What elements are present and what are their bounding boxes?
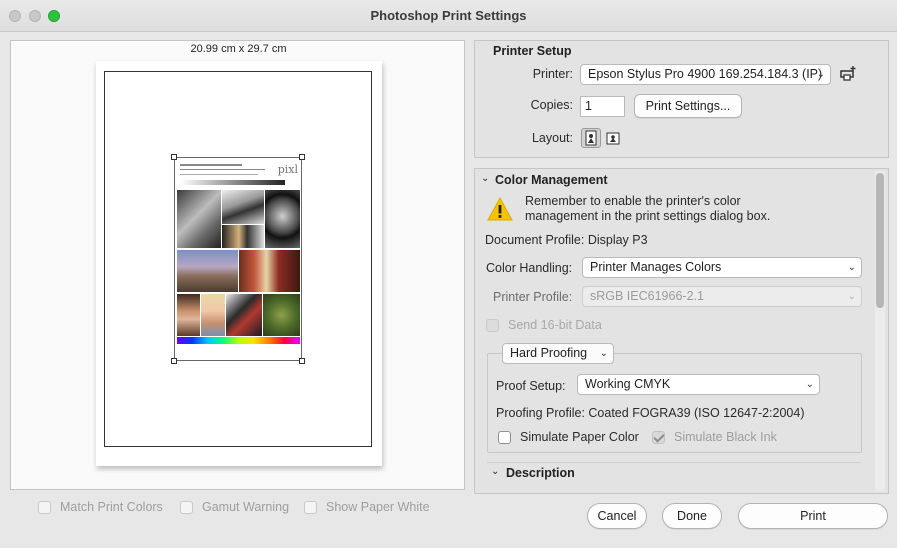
portrait-orientation-icon[interactable] bbox=[581, 128, 601, 148]
printer-select[interactable]: Epson Stylus Pro 4900 169.254.184.3 (IP)… bbox=[580, 64, 831, 85]
photo-tile-watch bbox=[265, 190, 300, 248]
gamut-warning-label: Gamut Warning bbox=[202, 500, 290, 514]
color-handling-label: Color Handling: bbox=[486, 261, 573, 275]
printer-profile-select[interactable]: sRGB IEC61966-2.1 ⌄ bbox=[582, 286, 862, 307]
printer-setup-panel: Printer Setup Printer: Epson Stylus Pro … bbox=[474, 40, 889, 158]
print-button[interactable]: Print bbox=[738, 503, 888, 529]
scrollbar[interactable] bbox=[875, 171, 885, 491]
checkbox-box bbox=[38, 500, 51, 514]
printer-setup-heading: Printer Setup bbox=[493, 44, 572, 58]
show-paper-white-label: Show Paper White bbox=[326, 500, 430, 514]
print-image[interactable]: pixl bbox=[174, 157, 302, 361]
color-handling-value: Printer Manages Colors bbox=[590, 260, 722, 274]
photo-tile-bw-figure bbox=[177, 190, 221, 248]
print-preview-panel: 20.99 cm x 29.7 cm pixl bbox=[10, 40, 465, 490]
header-text-line bbox=[180, 164, 242, 166]
proofing-mode-value: Hard Proofing bbox=[510, 346, 588, 360]
disclosure-chevron-icon[interactable]: ⌄ bbox=[481, 173, 489, 184]
image-logo: pixl bbox=[277, 163, 298, 176]
warning-text-line2: management in the print settings dialog … bbox=[525, 209, 771, 223]
title-bar: Photoshop Print Settings bbox=[0, 0, 897, 32]
image-header: pixl bbox=[177, 160, 300, 188]
scrollbar-thumb[interactable] bbox=[876, 173, 884, 308]
landscape-orientation-icon[interactable] bbox=[603, 128, 623, 148]
header-gradient-bar bbox=[180, 180, 285, 185]
printer-add-icon[interactable] bbox=[837, 63, 857, 83]
checkbox-box bbox=[304, 500, 317, 514]
resize-handle-tl[interactable] bbox=[171, 154, 177, 160]
header-text-line bbox=[180, 169, 265, 170]
section-divider bbox=[487, 462, 862, 463]
description-heading: Description bbox=[506, 466, 575, 480]
copies-input[interactable]: 1 bbox=[580, 96, 625, 117]
photo-tile-car bbox=[222, 225, 264, 248]
warning-text-line1: Remember to enable the printer's color bbox=[525, 194, 741, 208]
resize-handle-bl[interactable] bbox=[171, 358, 177, 364]
color-management-heading: Color Management bbox=[495, 173, 608, 187]
simulate-paper-color-checkbox[interactable]: Simulate Paper Color bbox=[498, 430, 639, 444]
chevron-down-icon: ⌄ bbox=[599, 348, 608, 359]
simulate-black-ink-checkbox[interactable]: Simulate Black Ink bbox=[652, 430, 777, 444]
photo-tile-nature bbox=[263, 294, 300, 336]
checkbox-box bbox=[486, 318, 499, 332]
chevron-down-icon: ⌄ bbox=[816, 69, 825, 80]
chevron-down-icon: ⌄ bbox=[805, 379, 814, 390]
paper-size-label: 20.99 cm x 29.7 cm bbox=[190, 43, 287, 55]
checkbox-box-checked bbox=[652, 430, 665, 444]
photo-tile-still-life bbox=[239, 250, 300, 292]
photo-tile-landscape bbox=[177, 250, 238, 292]
checkbox-box bbox=[498, 430, 511, 444]
proofing-profile: Proofing Profile: Coated FOGRA39 (ISO 12… bbox=[496, 406, 805, 420]
disclosure-chevron-icon[interactable]: ⌄ bbox=[491, 466, 499, 477]
layout-label: Layout: bbox=[531, 131, 573, 145]
printer-label: Printer: bbox=[532, 67, 573, 81]
proof-setup-label: Proof Setup: bbox=[496, 379, 566, 393]
print-settings-button[interactable]: Print Settings... bbox=[634, 94, 742, 118]
window-title: Photoshop Print Settings bbox=[370, 8, 527, 23]
photo-tile-ornament bbox=[226, 294, 262, 336]
match-print-colors-label: Match Print Colors bbox=[60, 500, 163, 514]
photo-tile-portrait-1 bbox=[177, 294, 200, 336]
gamut-warning-checkbox[interactable]: Gamut Warning bbox=[180, 500, 289, 514]
color-management-panel: ⌄ Color Management Remember to enable th… bbox=[474, 168, 889, 494]
printer-profile-label: Printer Profile: bbox=[493, 290, 573, 304]
document-profile: Document Profile: Display P3 bbox=[485, 233, 648, 247]
color-handling-select[interactable]: Printer Manages Colors ⌄ bbox=[582, 257, 862, 278]
show-paper-white-checkbox[interactable]: Show Paper White bbox=[304, 500, 430, 514]
send-16bit-label: Send 16-bit Data bbox=[508, 318, 602, 332]
match-print-colors-checkbox[interactable]: Match Print Colors bbox=[38, 500, 163, 514]
copies-label: Copies: bbox=[530, 98, 573, 112]
proofing-mode-select[interactable]: Hard Proofing ⌄ bbox=[502, 343, 614, 364]
chevron-down-icon: ⌄ bbox=[847, 291, 856, 302]
checkbox-box bbox=[180, 500, 193, 514]
color-bar bbox=[177, 337, 300, 344]
done-button[interactable]: Done bbox=[662, 503, 722, 529]
header-text-line bbox=[180, 174, 258, 175]
simulate-black-ink-label: Simulate Black Ink bbox=[674, 430, 777, 444]
cancel-button[interactable]: Cancel bbox=[587, 503, 647, 529]
send-16bit-checkbox[interactable]: Send 16-bit Data bbox=[486, 318, 602, 332]
resize-handle-br[interactable] bbox=[299, 358, 305, 364]
simulate-paper-color-label: Simulate Paper Color bbox=[520, 430, 639, 444]
photo-tile-bw-objects bbox=[222, 190, 264, 224]
proof-setup-value: Working CMYK bbox=[585, 377, 671, 391]
proofing-group: Proofing Profile: Coated FOGRA39 (ISO 12… bbox=[487, 353, 862, 453]
paper-sheet: pixl bbox=[96, 61, 382, 466]
chevron-down-icon: ⌄ bbox=[847, 262, 856, 273]
resize-handle-tr[interactable] bbox=[299, 154, 305, 160]
proof-setup-select[interactable]: Working CMYK ⌄ bbox=[577, 374, 820, 395]
printer-profile-value: sRGB IEC61966-2.1 bbox=[590, 289, 704, 303]
warning-icon bbox=[487, 196, 513, 224]
photo-tile-portrait-2 bbox=[201, 294, 225, 336]
printer-select-value: Epson Stylus Pro 4900 169.254.184.3 (IP) bbox=[588, 67, 823, 81]
